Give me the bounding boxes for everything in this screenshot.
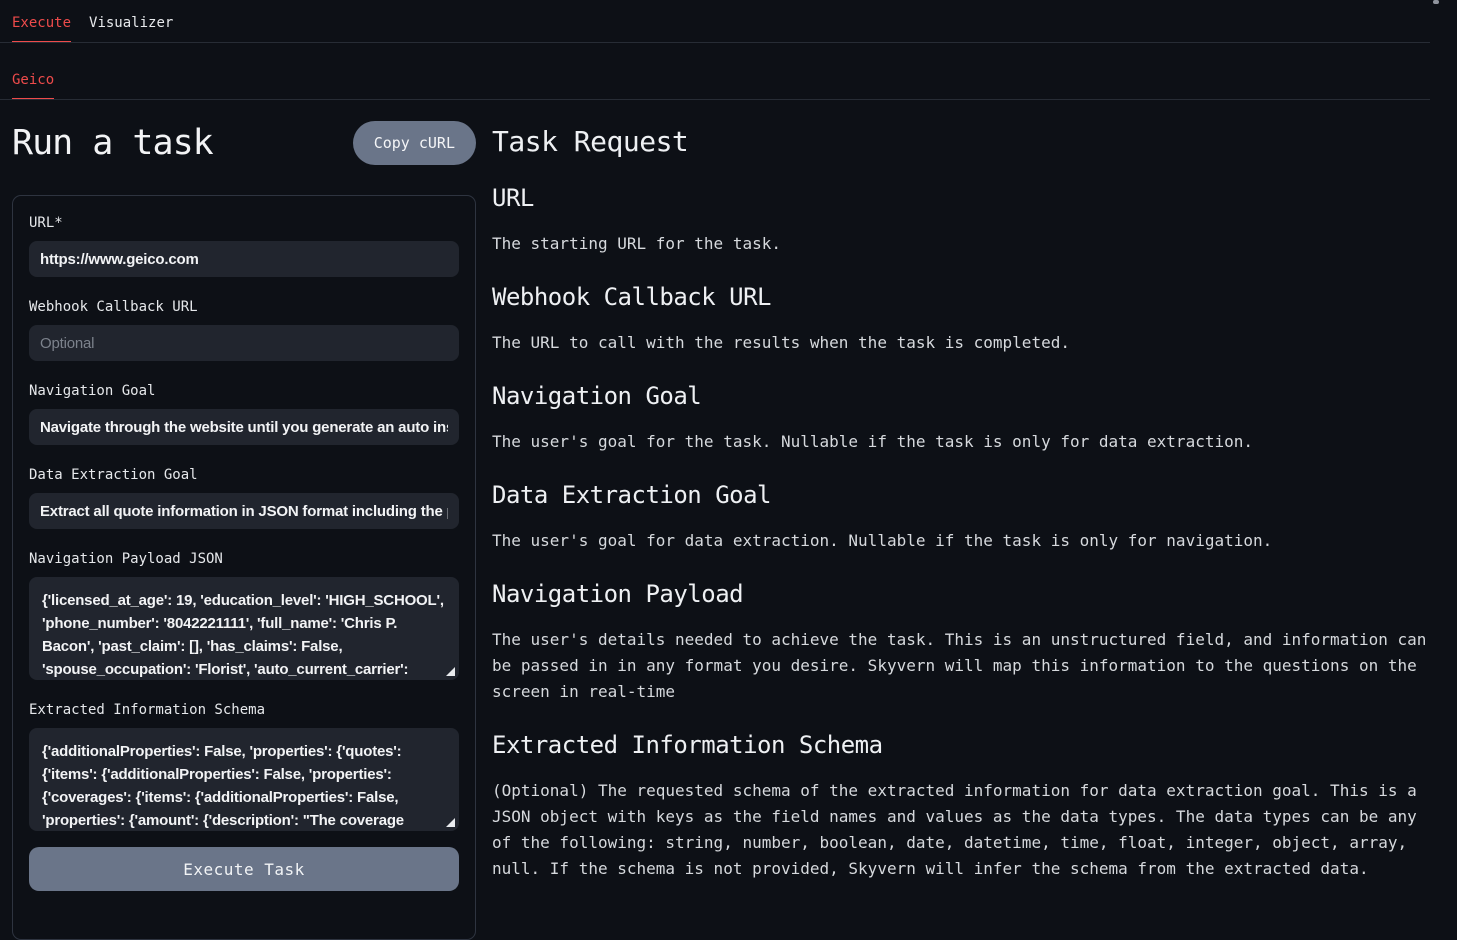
run-task-header: Run a task Copy cURL (12, 120, 476, 165)
data-extraction-goal-label: Data Extraction Goal (29, 468, 459, 482)
doc-heading: Webhook Callback URL (492, 283, 1441, 311)
url-field-group: URL* (29, 216, 459, 277)
doc-body: The user's details needed to achieve the… (492, 627, 1441, 705)
resize-handle-icon[interactable] (446, 667, 455, 676)
doc-section-url: URL The starting URL for the task. (492, 184, 1441, 257)
doc-section-navigation-payload: Navigation Payload The user's details ne… (492, 580, 1441, 705)
doc-body: The user's goal for the task. Nullable i… (492, 429, 1441, 455)
navigation-goal-field-group: Navigation Goal (29, 384, 459, 445)
page-title: Run a task (12, 123, 213, 163)
navigation-payload-json-textarea[interactable] (29, 577, 459, 680)
extracted-information-schema-label: Extracted Information Schema (29, 703, 459, 717)
doc-body: The user's goal for data extraction. Nul… (492, 528, 1441, 554)
navigation-payload-field-group: Navigation Payload JSON (29, 552, 459, 680)
tab-execute[interactable]: Execute (12, 15, 71, 43)
doc-heading: Data Extraction Goal (492, 481, 1441, 509)
task-request-title: Task Request (492, 126, 1441, 158)
doc-body: The starting URL for the task. (492, 231, 1441, 257)
extracted-information-schema-field-group: Extracted Information Schema (29, 703, 459, 831)
data-extraction-goal-input[interactable] (29, 493, 459, 529)
doc-section-navigation-goal: Navigation Goal The user's goal for the … (492, 382, 1441, 455)
tab-geico[interactable]: Geico (12, 72, 54, 100)
resize-handle-icon[interactable] (446, 818, 455, 827)
doc-heading: Navigation Goal (492, 382, 1441, 410)
execute-task-button[interactable]: Execute Task (29, 847, 459, 891)
navigation-goal-input[interactable] (29, 409, 459, 445)
doc-heading: URL (492, 184, 1441, 212)
main-tab-bar: Execute Visualizer (0, 0, 1457, 43)
doc-body: The URL to call with the results when th… (492, 330, 1441, 356)
webhook-field-group: Webhook Callback URL (29, 300, 459, 361)
tab-visualizer[interactable]: Visualizer (89, 15, 173, 43)
main-content: Run a task Copy cURL URL* Webhook Callba… (0, 100, 1457, 940)
task-form-card: URL* Webhook Callback URL Navigation Goa… (12, 195, 476, 940)
webhook-callback-url-input[interactable] (29, 325, 459, 361)
scrollbar-thumb[interactable] (1433, 0, 1439, 4)
sub-tab-bar: Geico (0, 43, 1457, 100)
doc-heading: Extracted Information Schema (492, 731, 1441, 759)
extracted-information-schema-textarea[interactable] (29, 728, 459, 831)
doc-heading: Navigation Payload (492, 580, 1441, 608)
navigation-payload-json-label: Navigation Payload JSON (29, 552, 459, 566)
navigation-goal-label: Navigation Goal (29, 384, 459, 398)
doc-section-extracted-information-schema: Extracted Information Schema (Optional) … (492, 731, 1441, 882)
task-request-docs-panel: Task Request URL The starting URL for th… (476, 100, 1441, 940)
doc-section-webhook-callback-url: Webhook Callback URL The URL to call wit… (492, 283, 1441, 356)
doc-section-data-extraction-goal: Data Extraction Goal The user's goal for… (492, 481, 1441, 554)
sub-tab-bar-divider (0, 99, 1430, 100)
url-input[interactable] (29, 241, 459, 277)
webhook-callback-url-label: Webhook Callback URL (29, 300, 459, 314)
url-label: URL* (29, 216, 459, 230)
copy-curl-button[interactable]: Copy cURL (353, 121, 476, 165)
run-task-panel: Run a task Copy cURL URL* Webhook Callba… (12, 100, 476, 940)
data-extraction-goal-field-group: Data Extraction Goal (29, 468, 459, 529)
doc-body: (Optional) The requested schema of the e… (492, 778, 1441, 882)
